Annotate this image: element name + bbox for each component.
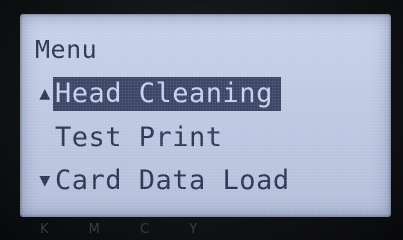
menu-item-test-print[interactable]: Test Print [35,121,223,155]
menu-item-label: Head Cleaning [55,78,273,109]
ribbon-color-key-labels: K M C Y [40,222,216,237]
scroll-down-arrow-icon: ▼ [39,170,51,191]
menu-item-label: Test Print [55,122,223,153]
device-bezel: Menu ▲ Head Cleaning Test Print ▼ Card Dat… [0,0,403,240]
selection-highlight: Head Cleaning [53,77,281,111]
lcd-screen: Menu ▲ Head Cleaning Test Print ▼ Card Dat… [20,14,391,217]
menu-item-card-data-load[interactable]: ▼ Card Data Load [35,164,290,198]
menu-item-head-cleaning[interactable]: ▲ Head Cleaning [35,77,281,111]
menu-title: Menu [35,35,98,64]
scroll-up-arrow-icon: ▲ [39,83,51,104]
menu-item-label: Card Data Load [55,165,290,196]
